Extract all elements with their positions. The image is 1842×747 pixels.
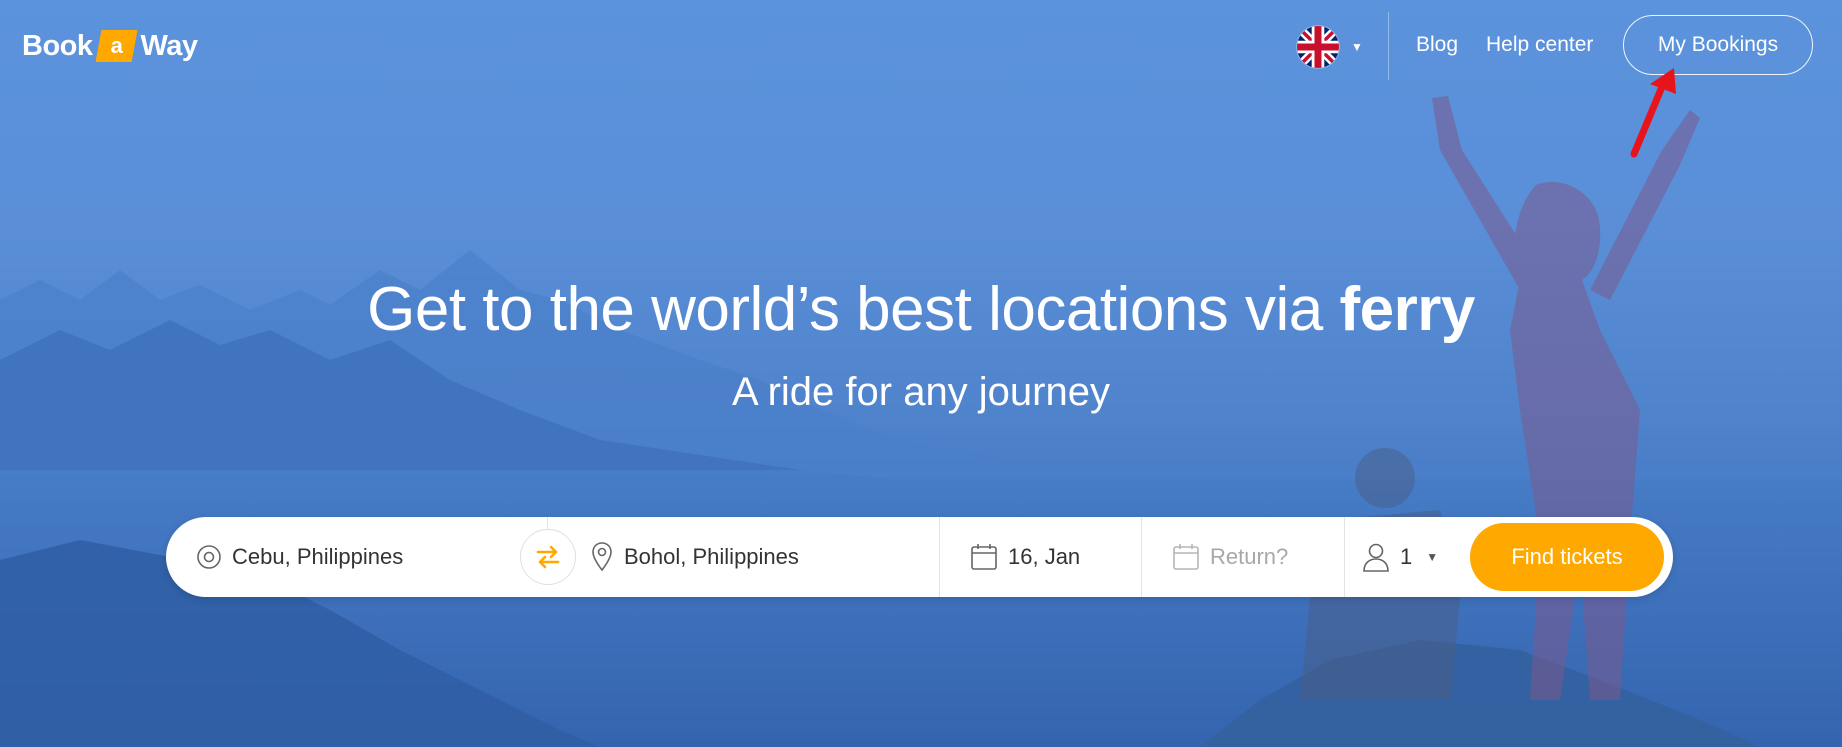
origin-value: Cebu, Philippines [232,544,404,569]
divider [1141,517,1142,597]
annotation-arrow-icon [1630,68,1676,158]
calendar-icon [970,543,998,571]
language-selector[interactable]: ▼ [1297,26,1363,68]
origin-circle-icon [196,544,222,570]
logo-text-way: Way [140,29,199,62]
caret-down-icon: ▼ [1426,550,1439,564]
destination-value: Bohol, Philippines [624,544,799,569]
logo-badge: a [95,30,138,62]
hero-section: Book a Way ▼ Blog Help center My Booking… [0,0,1842,747]
hero-subtitle: A ride for any journey [732,370,1110,414]
person-icon [1362,542,1390,572]
divider [547,517,548,529]
divider [1344,517,1345,597]
location-pin-icon [590,541,614,573]
swap-button[interactable] [520,529,576,585]
blog-link[interactable]: Blog [1416,33,1458,57]
hero-title: Get to the world’s best locations via fe… [0,274,1842,345]
bookaway-logo[interactable]: Book a Way [22,28,198,64]
hero-title-main: Get to the world’s best locations via [367,275,1340,344]
destination-field[interactable]: Bohol, Philippines [590,517,890,597]
depart-date-field[interactable]: 16, Jan [970,517,1130,597]
return-date-placeholder: Return? [1210,544,1289,569]
passengers-value: 1 [1400,544,1413,569]
swap-arrows-icon [536,545,560,569]
calendar-icon [1172,543,1200,571]
top-navigation: Book a Way ▼ Blog Help center My Booking… [0,0,1842,158]
help-center-link[interactable]: Help center [1486,33,1593,57]
logo-text-book: Book [22,29,93,62]
depart-date-value: 16, Jan [1008,544,1081,569]
search-bar: Cebu, Philippines Bohol, Philippines 16,… [166,517,1673,597]
origin-field[interactable]: Cebu, Philippines [196,517,516,597]
hero-title-bold: ferry [1339,275,1476,344]
uk-flag-icon [1297,26,1339,68]
find-tickets-button[interactable]: Find tickets [1470,523,1664,591]
passengers-select[interactable]: 1 ▼ [1362,517,1452,597]
chevron-down-icon: ▼ [1351,40,1363,54]
divider [939,517,940,597]
nav-divider [1388,12,1389,80]
return-date-field[interactable]: Return? [1172,517,1332,597]
